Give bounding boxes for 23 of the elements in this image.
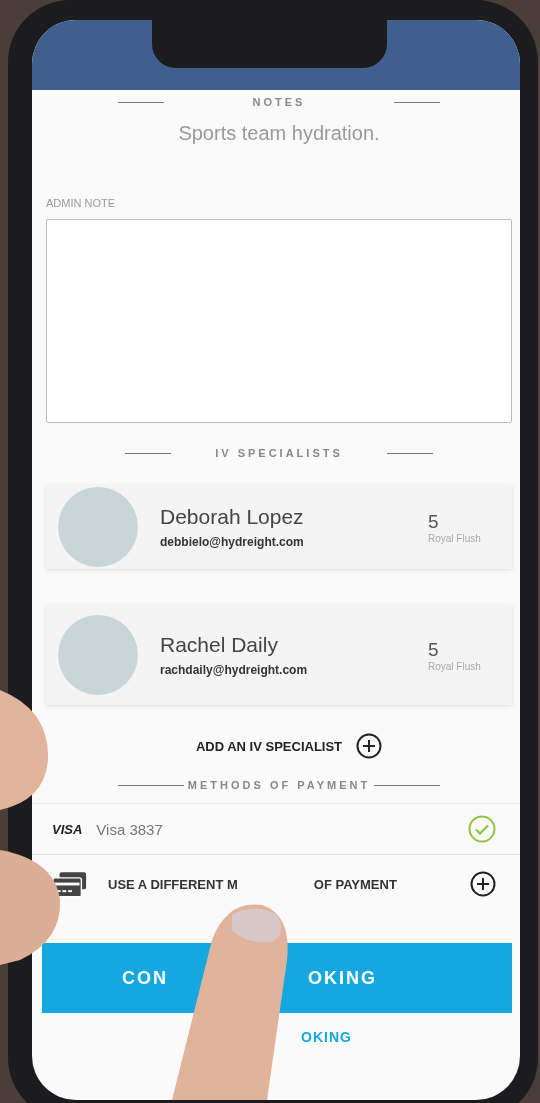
specialist-name: Rachel Daily	[160, 633, 279, 657]
admin-note-field[interactable]	[46, 219, 512, 423]
section-heading: METHODS OF PAYMENT	[186, 779, 372, 791]
payment-option-text[interactable]: USE A DIFFERENT M	[108, 876, 238, 892]
specialist-email: debbielo@hydreight.com	[160, 535, 305, 549]
field-label: ADMIN NOTE	[46, 197, 117, 209]
add-icon[interactable]	[356, 733, 383, 759]
specialist-name: Deborah Lopez	[160, 505, 305, 529]
specialist-card[interactable]: Deborah Lopez debbielo@hydreight.com 5 Royal Flush	[46, 485, 512, 569]
score-label: Royal Flush	[428, 660, 482, 672]
specialist-card[interactable]: Rachel Daily rachdaily@hydreight.com 5 Royal Flush	[46, 605, 512, 705]
payment-method-label[interactable]: Visa 3837	[96, 820, 468, 838]
card-brand-logo: VISA	[52, 821, 83, 837]
section-heading: IV SPECIALISTS	[214, 447, 344, 459]
score-value: 5	[428, 510, 440, 533]
payment-option-text[interactable]: OF PAYMENT	[313, 876, 397, 892]
notes-text: Sports team hydration.	[177, 122, 381, 145]
section-heading: NOTES	[251, 96, 307, 108]
score-value: 5	[428, 638, 440, 661]
score-label: Royal Flush	[428, 532, 482, 544]
specialist-email: rachdaily@hydreight.com	[160, 663, 309, 677]
add-specialist-button[interactable]: ADD AN IV SPECIALIST	[195, 738, 343, 754]
add-icon[interactable]	[470, 871, 496, 897]
